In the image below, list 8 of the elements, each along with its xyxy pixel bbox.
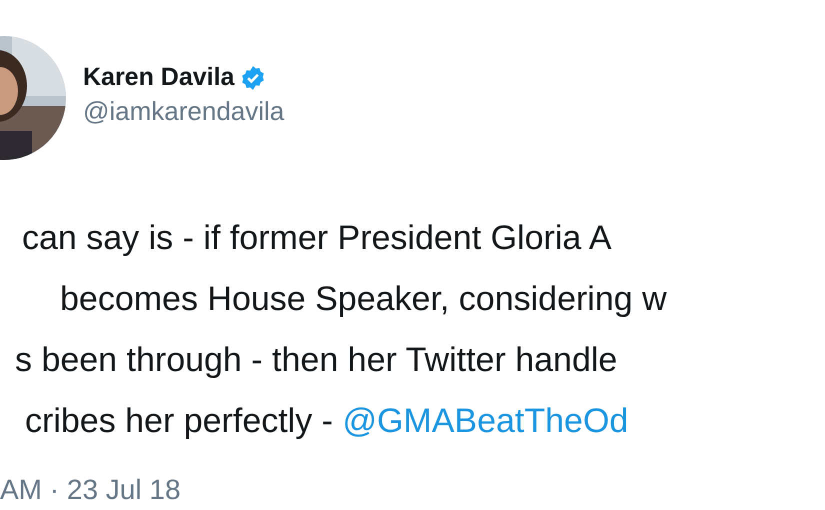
tweet-text: s been through - then her Twitter handle	[15, 341, 618, 379]
tweet-text: becomes House Speaker, considering w	[60, 280, 667, 318]
tweet-timestamp: AM · 23 Jul 18	[0, 474, 182, 506]
author-handle[interactable]: @iamkarendavila	[83, 96, 284, 127]
tweet-text: cribes her perfectly -	[25, 402, 334, 440]
tweet-text: can say is - if former President Gloria A	[22, 219, 612, 257]
mention-link[interactable]: @GMABeatTheOd	[342, 402, 628, 440]
author-name[interactable]: Karen Davila	[83, 63, 234, 92]
